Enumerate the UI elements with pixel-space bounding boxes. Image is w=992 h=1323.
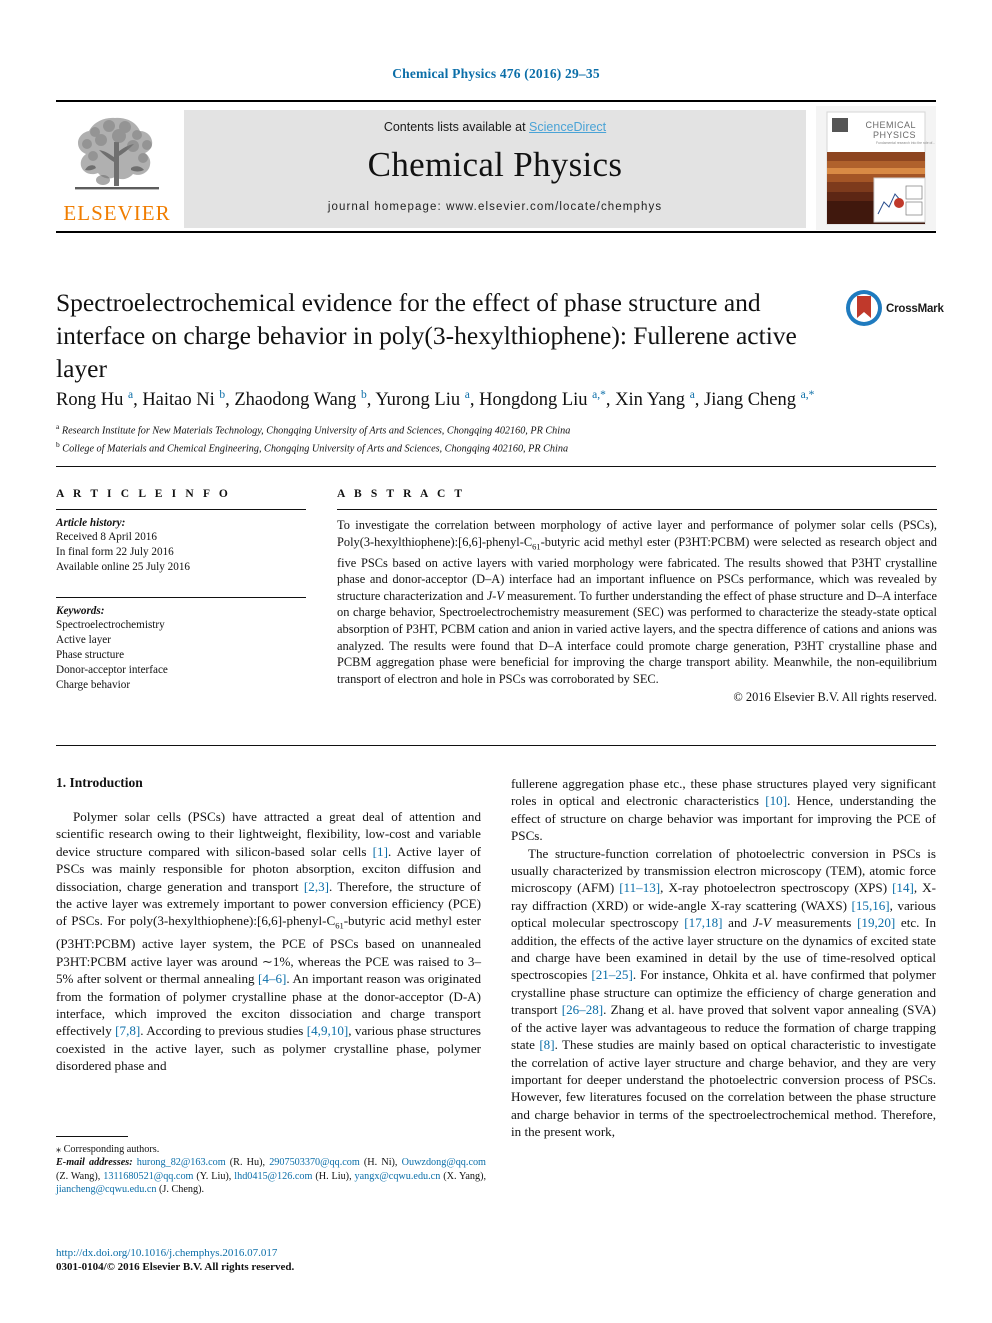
article-history-3: Available online 25 July 2016 [56,561,191,573]
keywords-label: Keywords: [56,605,105,617]
journal-cover-thumbnail[interactable]: CHEMICAL PHYSICS Fundamental research in… [816,106,936,230]
article-history-1: Received 8 April 2016 [56,531,157,543]
abstract-column: A B S T R A C T To investigate the corre… [337,488,937,706]
abstract-rule [337,509,937,510]
body-column-right: fullerene aggregation phase etc., these … [511,775,936,1141]
running-head: Chemical Physics 476 (2016) 29–35 [392,66,600,81]
paper-page: Chemical Physics 476 (2016) 29–35 ELSEVI… [0,0,992,1323]
affiliation-a: a Research Institute for New Materials T… [56,422,571,437]
journal-homepage[interactable]: journal homepage: www.elsevier.com/locat… [184,201,806,213]
keyword-1: Spectroelectrochemistry [56,619,165,631]
paragraph-left-1: Polymer solar cells (PSCs) have attracte… [56,809,481,1074]
section-heading-introduction: 1. Introduction [56,775,143,790]
crossmark-label: CrossMark [886,303,944,315]
body-column-left: 1. Introduction Polymer solar cells (PSC… [56,775,481,1075]
masthead-top-rule [56,100,936,102]
contents-available-line: Contents lists available at ScienceDirec… [184,110,806,134]
keyword-4: Donor-acceptor interface [56,664,168,676]
corresponding-authors-note: ⁎ Corresponding authors. [56,1144,160,1155]
paragraph-right-1: fullerene aggregation phase etc., these … [511,776,937,844]
contents-prefix: Contents lists available at [383,120,530,134]
keyword-3: Phase structure [56,649,125,661]
elsevier-logo: ELSEVIER [56,108,178,228]
article-info-rule [56,509,306,510]
elsevier-tree-icon [75,117,159,190]
footnote-block: ⁎ Corresponding authors. E-mail addresse… [56,1136,486,1197]
cover-artwork: CHEMICAL PHYSICS Fundamental research in… [816,106,936,230]
info-band-bottom-rule [56,745,936,746]
article-history-2: In final form 22 July 2016 [56,546,174,558]
elsevier-wordmark: ELSEVIER [63,201,171,225]
keywords-block: Keywords: Spectroelectrochemistry Active… [56,597,306,693]
article-info-column: A R T I C L E I N F O Article history: R… [56,488,306,693]
keyword-5: Charge behavior [56,679,131,691]
svg-text:CHEMICAL: CHEMICAL [865,120,916,130]
affiliation-b-text: College of Materials and Chemical Engine… [62,443,569,455]
paragraph-right-2: The structure-function correlation of ph… [511,845,936,1140]
doi-link[interactable]: http://dx.doi.org/10.1016/j.chemphys.201… [56,1246,486,1260]
doi-block: http://dx.doi.org/10.1016/j.chemphys.201… [56,1246,486,1274]
affiliation-list: a Research Institute for New Materials T… [56,420,936,457]
sciencedirect-link[interactable]: ScienceDirect [529,120,606,134]
abstract-heading: A B S T R A C T [337,488,466,500]
author-list: Rong Hu a, Haitao Ni b, Zhaodong Wang b,… [56,389,815,411]
crossmark-badge[interactable]: CrossMark [844,288,944,334]
crossmark-icon [846,290,882,326]
svg-text:Fundamental research into the: Fundamental research into the role of... [876,141,935,145]
affiliation-a-text: Research Institute for New Materials Tec… [61,425,571,437]
email-addresses-label: E-mail addresses: [56,1157,133,1169]
info-band-top-rule [56,466,936,467]
abstract-copyright: © 2016 Elsevier B.V. All rights reserved… [733,690,937,705]
keywords-rule [56,597,306,598]
article-history-label: Article history: [56,517,126,529]
abstract-text: To investigate the correlation between m… [337,518,937,686]
masthead-bottom-rule [56,231,936,233]
title-zone: Spectroelectrochemical evidence for the … [56,286,944,385]
svg-text:PHYSICS: PHYSICS [873,130,916,140]
page-title: Spectroelectrochemical evidence for the … [56,288,797,383]
affiliation-b: b College of Materials and Chemical Engi… [56,440,569,455]
issn-copyright: 0301-0104/© 2016 Elsevier B.V. All right… [56,1261,295,1273]
keyword-2: Active layer [56,634,111,646]
journal-title: Chemical Physics [367,145,623,184]
article-info-heading: A R T I C L E I N F O [56,488,231,500]
journal-masthead: ELSEVIER Contents lists available at Sci… [56,100,936,233]
email-addresses-note: E-mail addresses: hurong_82@163.com (R. … [56,1156,486,1196]
footnote-rule [56,1136,128,1137]
journal-band: Contents lists available at ScienceDirec… [184,110,806,228]
